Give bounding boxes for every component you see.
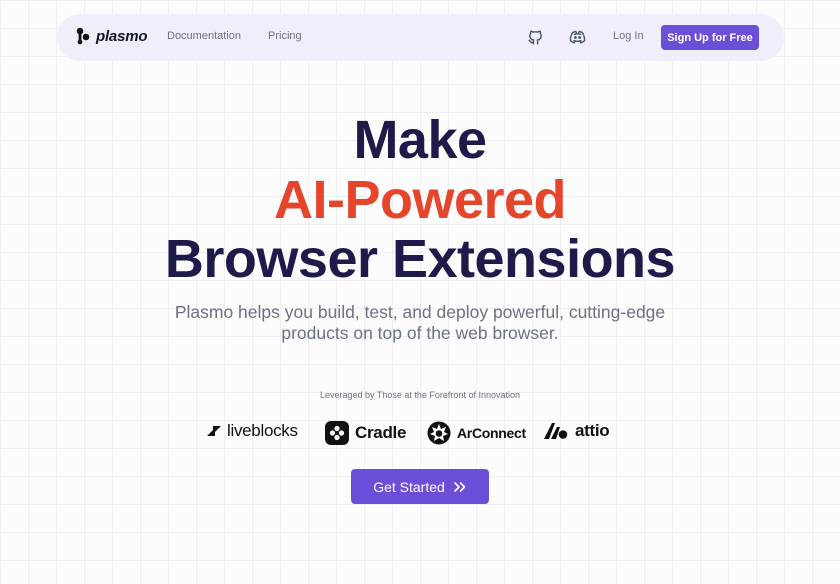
hero-subtitle: Plasmo helps you build, test, and deploy… — [174, 302, 666, 343]
double-chevron-right-icon — [453, 481, 466, 492]
nav-pricing-link[interactable]: Pricing — [268, 30, 302, 42]
cradle-wordmark: Cradle — [355, 423, 407, 442]
brand[interactable]: plasmo — [75, 27, 148, 45]
hero-title-line-3: Browser Extensions — [164, 229, 676, 289]
nav-documentation-link[interactable]: Documentation — [167, 30, 241, 42]
get-started-button[interactable]: Get Started — [351, 469, 489, 504]
attio-mark-icon — [544, 423, 568, 439]
hero-title-line-1: Make — [353, 110, 487, 170]
attio-wordmark: attio — [575, 421, 610, 440]
github-icon[interactable] — [527, 29, 544, 46]
liveblocks-mark-icon — [207, 426, 221, 436]
brand-name: plasmo — [96, 27, 148, 45]
cradle-logo: Cradle — [325, 421, 406, 445]
get-started-label: Get Started — [373, 478, 445, 495]
discord-icon[interactable] — [569, 29, 586, 46]
liveblocks-wordmark: liveblocks — [227, 421, 298, 440]
plasmo-logo-icon — [76, 27, 90, 45]
hero-title-line-2: AI-Powered — [273, 170, 567, 230]
arconnect-wordmark: ArConnect — [457, 425, 526, 441]
cradle-mark-icon — [325, 421, 349, 445]
arconnect-mark-icon — [427, 421, 451, 445]
liveblocks-logo: liveblocks — [207, 421, 298, 441]
top-navbar: plasmo Documentation Pricing Log In Sign… — [57, 14, 784, 61]
arconnect-logo: ArConnect — [427, 421, 526, 445]
login-link[interactable]: Log In — [613, 30, 644, 42]
signup-button[interactable]: Sign Up for Free — [661, 25, 759, 50]
attio-logo: attio — [543, 421, 610, 441]
trusted-by-heading: Leveraged by Those at the Forefront of I… — [320, 390, 520, 400]
